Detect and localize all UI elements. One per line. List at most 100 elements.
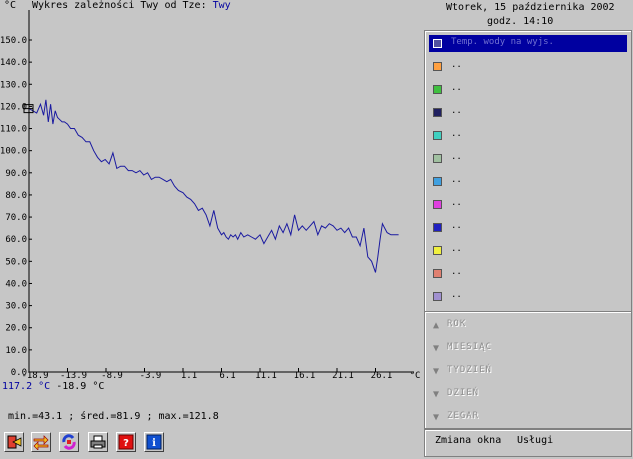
info-button[interactable]: i xyxy=(144,432,164,452)
y-tick-label: 40.0 xyxy=(5,279,27,289)
legend-swatch xyxy=(433,200,442,209)
legend-panel[interactable]: Temp. wody na wyjs......................… xyxy=(424,30,632,312)
line-chart[interactable]: 0.010.020.030.040.050.060.070.080.090.01… xyxy=(0,0,424,400)
cursor-x-value: -18.9 °C xyxy=(56,381,105,392)
x-axis-unit: °C xyxy=(410,371,421,381)
y-tick-label: 90.0 xyxy=(5,169,27,179)
legend-item[interactable]: .. xyxy=(429,173,627,190)
stats-summary: min.=43.1 ; śred.=81.9 ; max.=121.8 xyxy=(8,411,219,422)
y-tick-label: 110.0 xyxy=(0,125,27,135)
exit-button[interactable] xyxy=(4,432,24,452)
legend-label: .. xyxy=(451,106,462,116)
x-tick-label: 6.1 xyxy=(219,371,235,381)
legend-item[interactable]: .. xyxy=(429,265,627,282)
legend-swatch xyxy=(433,85,442,94)
legend-label: .. xyxy=(451,244,462,254)
legend-swatch xyxy=(433,39,442,48)
period-label: DZIEŃ xyxy=(447,388,480,398)
legend-swatch xyxy=(433,246,442,255)
period-label: TYDZIEŃ xyxy=(447,365,492,375)
legend-item[interactable]: .. xyxy=(429,196,627,213)
legend-label: .. xyxy=(451,175,462,185)
info-icon: i xyxy=(146,434,162,450)
legend-label: .. xyxy=(451,267,462,277)
period-panel: ▲ ROK ▼ MIESIĄC ▼ TYDZIEŃ ▼ DZIEŃ ▼ ZEGAR xyxy=(424,311,632,429)
y-tick-label: 20.0 xyxy=(5,324,27,334)
y-tick-label: 70.0 xyxy=(5,213,27,223)
y-tick-label: 60.0 xyxy=(5,235,27,245)
svg-text:?: ? xyxy=(123,438,129,449)
refresh-icon xyxy=(62,434,76,450)
arrow-down-icon: ▼ xyxy=(433,412,440,423)
legend-swatch xyxy=(433,62,442,71)
period-option-4[interactable]: ▼ DZIEŃ xyxy=(433,386,613,404)
legend-swatch xyxy=(433,223,442,232)
x-tick-label: -3.9 xyxy=(140,371,162,381)
legend-label: .. xyxy=(451,198,462,208)
y-tick-label: 130.0 xyxy=(0,80,27,90)
x-tick-label: -13.9 xyxy=(60,371,87,381)
help-icon: ? xyxy=(118,434,134,450)
legend-swatch xyxy=(433,108,442,117)
legend-label: .. xyxy=(451,129,462,139)
svg-text:i: i xyxy=(152,438,156,449)
legend-item[interactable]: .. xyxy=(429,104,627,121)
x-tick-label: -18.9 xyxy=(21,371,48,381)
x-tick-label: 26.1 xyxy=(371,371,393,381)
y-tick-label: 150.0 xyxy=(0,36,27,46)
change-window-button[interactable]: Zmiana okna xyxy=(435,435,501,446)
period-option-3[interactable]: ▼ TYDZIEŃ xyxy=(433,363,613,381)
x-tick-label: 1.1 xyxy=(181,371,197,381)
arrow-down-icon: ▼ xyxy=(433,343,440,354)
arrow-down-icon: ▼ xyxy=(433,389,440,400)
legend-item[interactable]: .. xyxy=(429,81,627,98)
legend-swatch xyxy=(433,269,442,278)
legend-swatch xyxy=(433,154,442,163)
print-button[interactable] xyxy=(88,432,108,452)
legend-item[interactable]: .. xyxy=(429,150,627,167)
y-tick-label: 100.0 xyxy=(0,147,27,157)
period-option-2[interactable]: ▼ MIESIĄC xyxy=(433,340,613,358)
bottom-menu: Zmiana okna Usługi xyxy=(424,429,632,457)
x-tick-label: 11.1 xyxy=(255,371,277,381)
x-tick-label: -8.9 xyxy=(101,371,123,381)
y-tick-label: 50.0 xyxy=(5,257,27,267)
legend-swatch xyxy=(433,292,442,301)
y-tick-label: 30.0 xyxy=(5,302,27,312)
legend-item[interactable]: .. xyxy=(429,219,627,236)
legend-item[interactable]: .. xyxy=(429,288,627,305)
legend-label: .. xyxy=(451,290,462,300)
print-icon xyxy=(90,435,106,449)
period-option-1[interactable]: ▲ ROK xyxy=(433,317,613,335)
time-label: godz. 14:10 xyxy=(487,16,554,27)
help-button[interactable]: ? xyxy=(116,432,136,452)
y-tick-label: 120.0 xyxy=(0,102,27,112)
legend-item[interactable]: .. xyxy=(429,242,627,259)
legend-swatch xyxy=(433,177,442,186)
legend-label: .. xyxy=(451,60,462,70)
services-button[interactable]: Usługi xyxy=(517,435,553,446)
y-tick-label: 10.0 xyxy=(5,346,27,356)
period-option-5[interactable]: ▼ ZEGAR xyxy=(433,409,613,427)
legend-item[interactable]: .. xyxy=(429,127,627,144)
x-tick-label: 16.1 xyxy=(294,371,316,381)
cursor-readout: 117.2 °C -18.9 °C xyxy=(2,381,104,392)
exit-icon xyxy=(7,435,22,449)
y-tick-label: 140.0 xyxy=(0,58,27,68)
legend-label: .. xyxy=(451,152,462,162)
period-label: ROK xyxy=(447,319,467,329)
period-label: ZEGAR xyxy=(447,411,480,421)
refresh-button[interactable] xyxy=(59,432,79,452)
period-label: MIESIĄC xyxy=(447,342,492,352)
swap-icon xyxy=(33,435,49,450)
arrow-up-icon: ▲ xyxy=(433,320,440,331)
legend-item[interactable]: Temp. wody na wyjs. xyxy=(429,35,627,52)
legend-label: Temp. wody na wyjs. xyxy=(451,37,554,47)
legend-label: .. xyxy=(451,221,462,231)
y-tick-label: 80.0 xyxy=(5,191,27,201)
legend-swatch xyxy=(433,131,442,140)
swap-button[interactable] xyxy=(31,432,51,452)
legend-item[interactable]: .. xyxy=(429,58,627,75)
arrow-down-icon: ▼ xyxy=(433,366,440,377)
date-label: Wtorek, 15 października 2002 xyxy=(446,2,615,13)
